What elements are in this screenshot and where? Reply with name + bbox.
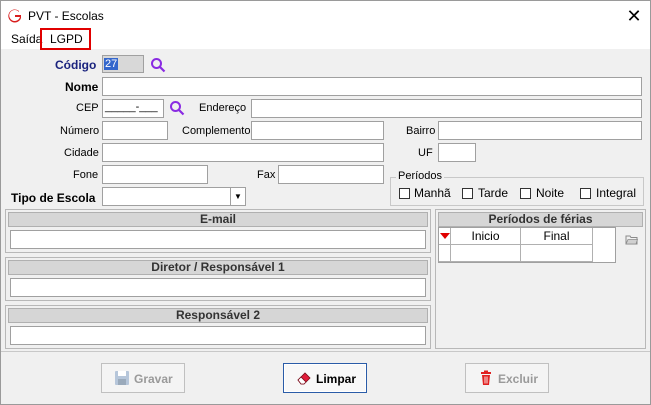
diretor-section: Diretor / Responsável 1 <box>5 257 431 301</box>
tipo-escola-label: Tipo de Escola <box>11 191 96 205</box>
complemento-label: Complemento <box>182 125 251 137</box>
email-section: E-mail <box>5 209 431 253</box>
gravar-label: Gravar <box>134 372 173 386</box>
endereco-label: Endereço <box>199 102 247 114</box>
uf-input[interactable] <box>438 143 476 162</box>
responsavel2-header: Responsável 2 <box>8 308 428 323</box>
gravar-button[interactable]: Gravar <box>101 363 185 393</box>
button-bar-divider <box>1 351 650 352</box>
limpar-label: Limpar <box>316 372 357 386</box>
grid-indicator-row <box>439 245 451 262</box>
excluir-button[interactable]: Excluir <box>465 363 549 393</box>
column-header-inicio[interactable]: Inicio <box>451 228 521 245</box>
window-title: PVT - Escolas <box>28 9 104 23</box>
fone-input[interactable] <box>102 165 208 184</box>
checkbox-tarde-label: Tarde <box>478 186 509 200</box>
grid-indicator-cell <box>439 228 451 245</box>
bairro-input[interactable] <box>438 121 642 140</box>
checkbox-noite-label: Noite <box>536 186 565 200</box>
checkbox-tarde[interactable] <box>462 188 473 199</box>
codigo-field[interactable]: 27 <box>102 55 144 73</box>
endereco-input[interactable] <box>251 99 642 118</box>
cep-input[interactable]: _____-___ <box>102 99 164 118</box>
bairro-label: Bairro <box>406 125 436 137</box>
title-bar: PVT - Escolas ✕ <box>1 1 650 31</box>
numero-label: Número <box>60 125 100 137</box>
cep-mask: _____-___ <box>105 101 158 113</box>
fax-label: Fax <box>257 169 276 181</box>
table-cell-inicio[interactable] <box>451 245 521 262</box>
app-logo-icon <box>8 9 21 23</box>
fax-input[interactable] <box>278 165 384 184</box>
limpar-button[interactable]: Limpar <box>283 363 367 393</box>
save-icon <box>115 371 129 385</box>
diretor-header: Diretor / Responsável 1 <box>8 260 428 275</box>
cep-search-icon[interactable] <box>169 100 185 116</box>
codigo-value: 27 <box>104 58 119 70</box>
search-icon[interactable] <box>150 57 166 73</box>
cep-label: CEP <box>76 102 99 114</box>
tipo-escola-select[interactable]: ▼ <box>102 187 246 206</box>
checkbox-manha[interactable] <box>399 188 410 199</box>
fone-label: Fone <box>73 169 99 181</box>
app-window: PVT - Escolas ✕ Saída LGPD Código 27 Nom… <box>0 0 651 405</box>
menu-item-saida[interactable]: Saída <box>11 32 42 46</box>
eraser-icon <box>297 372 311 385</box>
email-input[interactable] <box>10 230 426 249</box>
checkbox-integral[interactable] <box>580 188 591 199</box>
table-cell-final[interactable] <box>521 245 593 262</box>
close-icon[interactable]: ✕ <box>623 6 645 26</box>
uf-label: UF <box>418 147 433 159</box>
nome-input[interactable] <box>102 77 642 96</box>
numero-input[interactable] <box>102 121 168 140</box>
column-header-final[interactable]: Final <box>521 228 593 245</box>
trash-icon <box>481 370 491 385</box>
folder-icon[interactable] <box>625 234 638 245</box>
codigo-label: Código <box>55 58 97 72</box>
row-pointer-icon <box>439 233 450 239</box>
ferias-grid[interactable]: Inicio Final <box>438 227 616 263</box>
periodos-title: Períodos <box>396 170 445 182</box>
diretor-input[interactable] <box>10 278 426 297</box>
chevron-down-icon[interactable]: ▼ <box>230 188 245 206</box>
excluir-label: Excluir <box>498 372 539 386</box>
cidade-label: Cidade <box>64 147 99 159</box>
email-header: E-mail <box>8 212 428 227</box>
lgpd-highlight-box <box>40 28 91 50</box>
menu-bar: Saída LGPD <box>1 31 650 49</box>
ferias-header: Períodos de férias <box>438 212 643 227</box>
responsavel2-section: Responsável 2 <box>5 305 431 349</box>
nome-label: Nome <box>65 80 99 94</box>
cidade-input[interactable] <box>102 143 384 162</box>
checkbox-manha-label: Manhã <box>414 186 451 200</box>
checkbox-integral-label: Integral <box>596 186 637 200</box>
checkbox-noite[interactable] <box>520 188 531 199</box>
complemento-input[interactable] <box>251 121 384 140</box>
responsavel2-input[interactable] <box>10 326 426 345</box>
